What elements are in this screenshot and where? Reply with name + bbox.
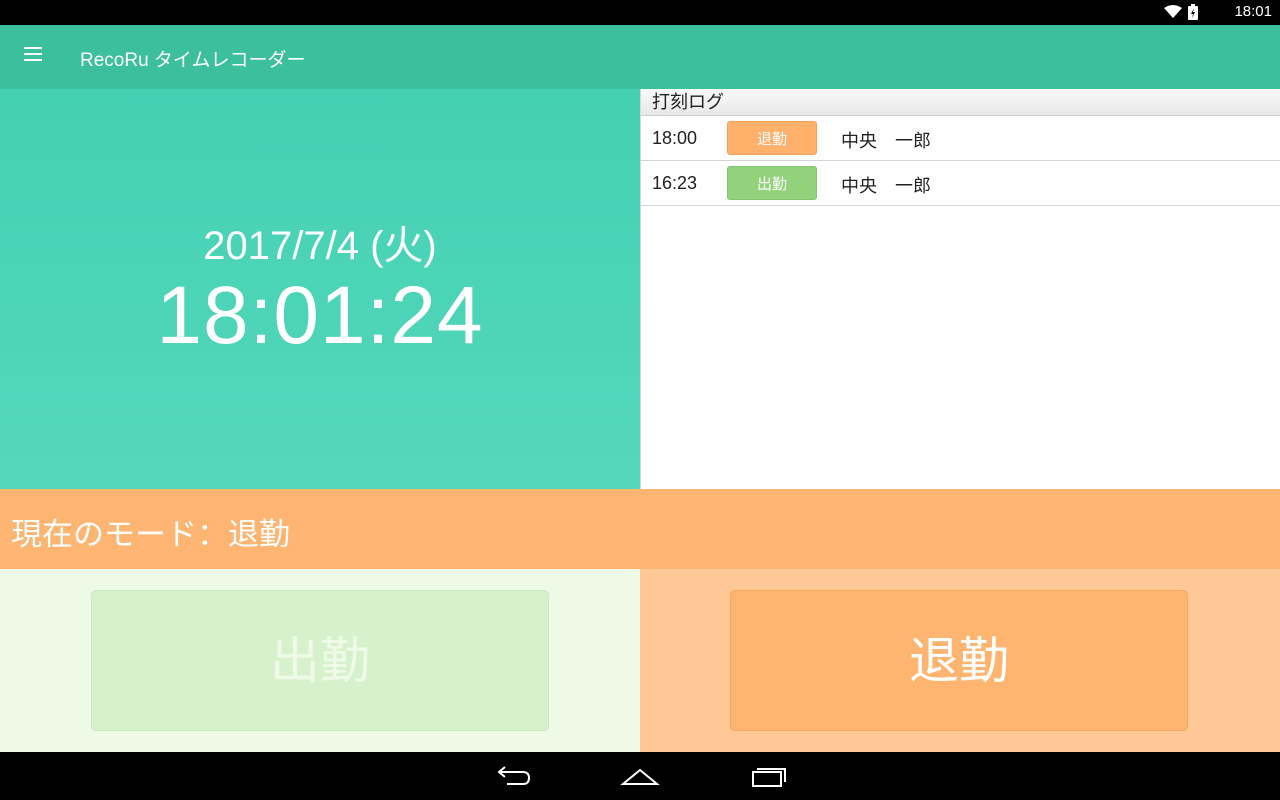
battery-icon [1188,4,1198,20]
clock-in-button[interactable]: 出勤 [91,590,549,731]
log-time: 18:00 [652,128,698,148]
mode-bar: 現在のモード：退勤 [0,489,1280,569]
log-employee-name: 中央 一郎 [841,176,931,197]
current-date: 2017/7/4 (火) [203,224,437,268]
app-bar: RecoRu タイムレコーダー [0,25,1280,89]
clock-panel: 2017/7/4 (火) 18:01:24 [0,89,640,489]
clock-in-pane: 出勤 [0,569,640,752]
status-bar: 18:01 [0,0,1280,25]
punch-log-header: 打刻ログ [641,89,1280,116]
log-type-badge: 出勤 [727,166,817,200]
status-icons [1164,4,1198,20]
navigation-bar [0,752,1280,800]
recent-apps-icon[interactable] [748,764,788,788]
home-icon[interactable] [620,764,660,788]
log-type-badge: 退勤 [727,121,817,155]
wifi-icon [1164,5,1182,18]
current-mode-label: 現在のモード：退勤 [11,517,290,553]
back-icon[interactable] [493,764,533,788]
current-time: 18:01:24 [156,270,484,361]
clock-out-button[interactable]: 退勤 [730,590,1188,731]
clock-out-pane: 退勤 [640,569,1280,752]
punch-log-panel: 打刻ログ 18:00 退勤 中央 一郎 16:23 出勤 中央 一郎 [640,89,1280,489]
log-time: 16:23 [652,173,698,193]
log-employee-name: 中央 一郎 [841,131,931,152]
hamburger-menu-icon[interactable] [24,47,46,67]
log-row[interactable]: 18:00 退勤 中央 一郎 [641,116,1280,161]
app-title: RecoRu タイムレコーダー [80,50,306,71]
status-clock: 18:01 [1234,3,1272,20]
log-row[interactable]: 16:23 出勤 中央 一郎 [641,161,1280,206]
